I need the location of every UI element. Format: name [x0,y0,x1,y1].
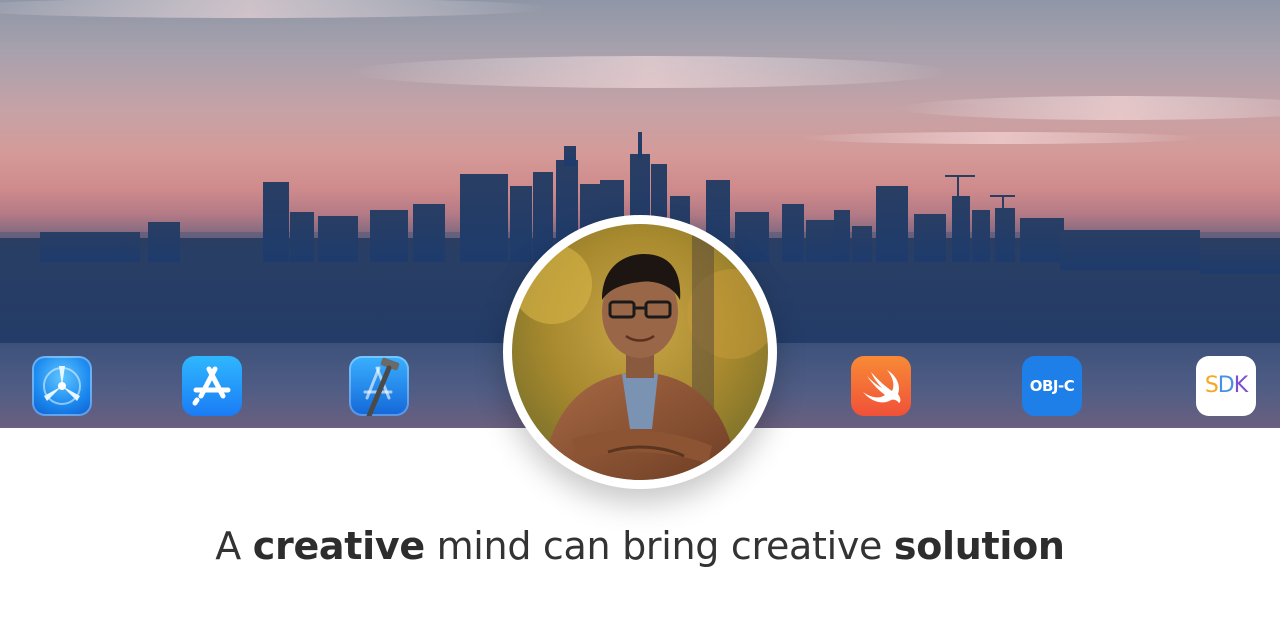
instruments-icon [32,356,92,416]
objc-icon: OBJ-C [1022,356,1082,416]
tagline-text-middle: mind can bring creative [424,524,894,568]
sdk-icon: SDK [1196,356,1256,416]
sdk-label: SDK [1204,373,1248,398]
app-store-icon [182,356,242,416]
profile-photo [512,224,768,480]
tagline-text: A [215,524,253,568]
tagline: A creative mind can bring creative solut… [0,524,1280,568]
xcode-icon [349,356,409,416]
swift-icon [851,356,911,416]
objc-label: OBJ-C [1029,377,1075,395]
tagline-bold-solution: solution [893,524,1065,568]
tagline-bold-creative: creative [252,524,425,568]
profile-avatar [503,215,777,489]
